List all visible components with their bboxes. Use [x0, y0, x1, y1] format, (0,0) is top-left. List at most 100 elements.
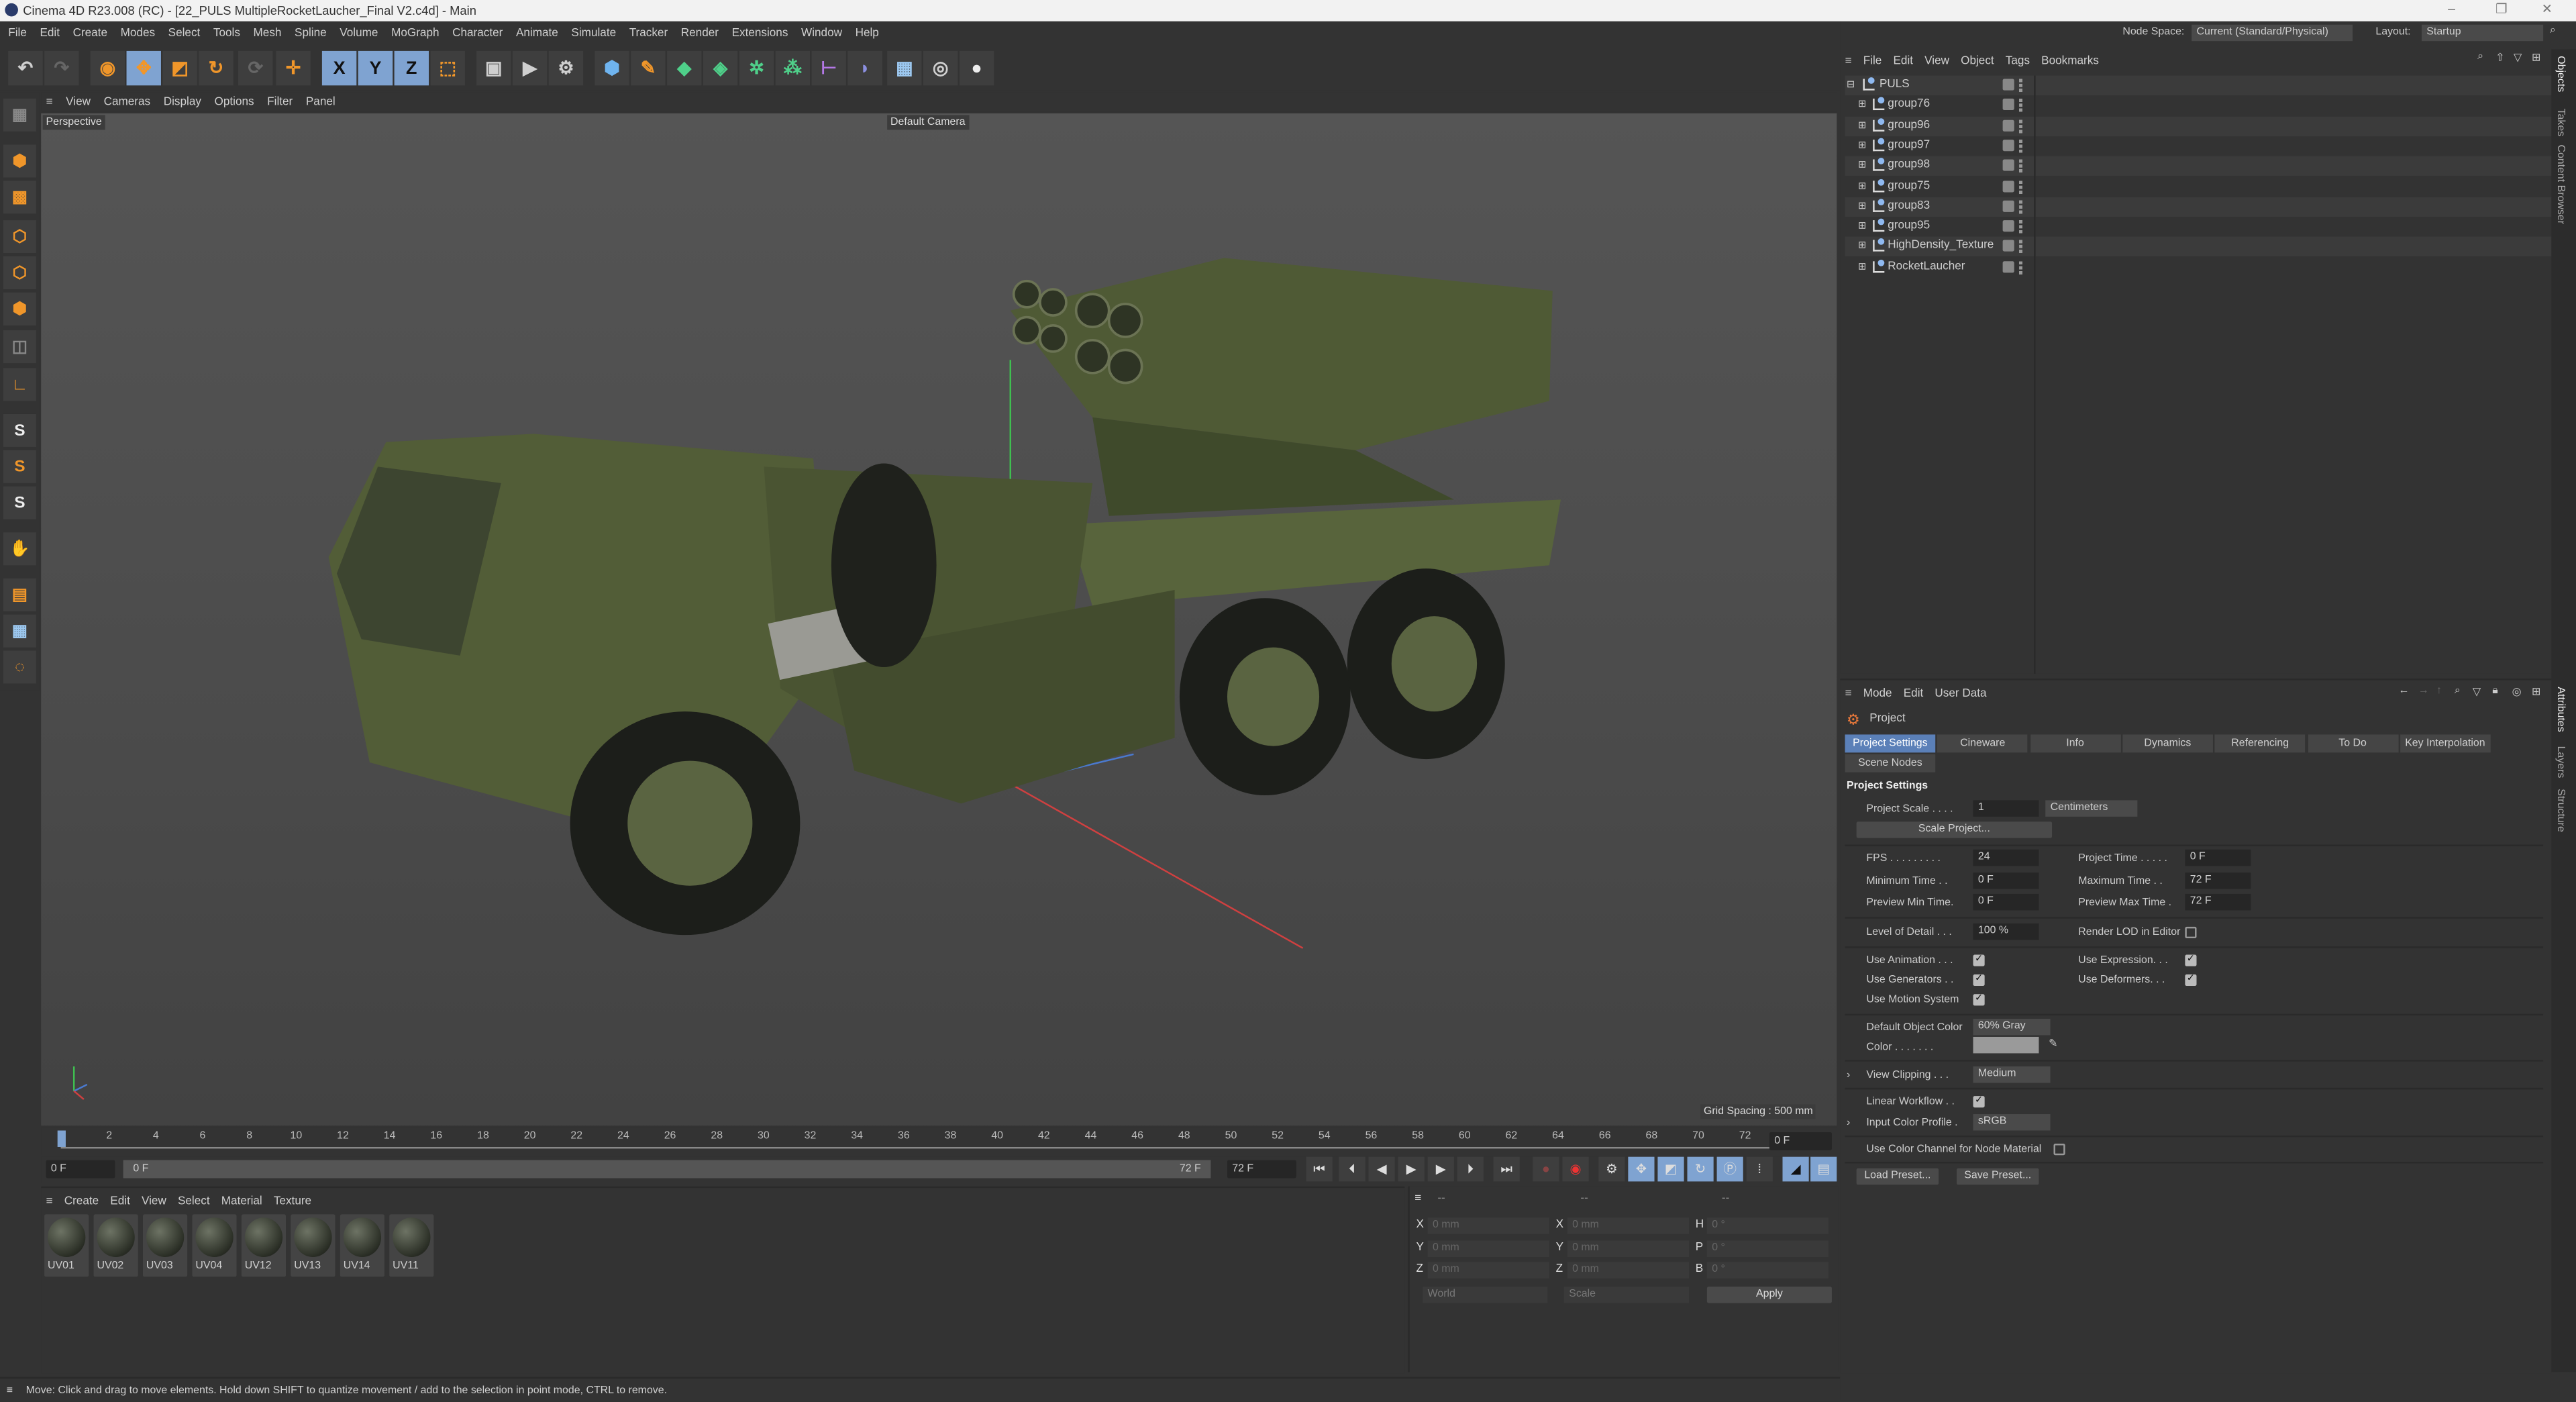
- attributes-menu-edit[interactable]: Edit: [1904, 688, 1924, 699]
- materials-menu-select[interactable]: Select: [178, 1195, 210, 1207]
- workplane-icon[interactable]: ▤: [3, 578, 36, 611]
- new-window-icon[interactable]: ⊞: [2532, 685, 2540, 698]
- viewport-menu-cameras[interactable]: Cameras: [104, 96, 151, 107]
- render-dots-icon[interactable]: [2019, 99, 2026, 113]
- preview-max-time-field[interactable]: 72 F: [2185, 893, 2251, 911]
- make-editable-icon[interactable]: ▦: [3, 98, 36, 132]
- soft-selection-icon[interactable]: ✋: [3, 532, 36, 566]
- end-frame-field[interactable]: 72 F: [1227, 1160, 1296, 1179]
- hamburger-icon[interactable]: ≡: [46, 1195, 53, 1207]
- objects-menu-file[interactable]: File: [1863, 55, 1882, 66]
- minimize-button[interactable]: –: [2448, 1, 2455, 16]
- material-swatch[interactable]: UV04: [192, 1214, 237, 1277]
- go-to-end-button[interactable]: ⏭: [1493, 1156, 1520, 1182]
- materials-menu-create[interactable]: Create: [64, 1195, 99, 1207]
- coord-value-field[interactable]: 0 mm: [1567, 1217, 1689, 1234]
- grid-icon[interactable]: ▦: [3, 614, 36, 648]
- render-dots-icon[interactable]: [2019, 139, 2026, 153]
- snap-settings-icon[interactable]: S: [3, 450, 36, 483]
- previous-frame-button[interactable]: ◀: [1368, 1156, 1395, 1182]
- menu-help[interactable]: Help: [856, 27, 879, 38]
- objects-menu-bookmarks[interactable]: Bookmarks: [2041, 55, 2099, 66]
- axis-z-toggle[interactable]: Z: [394, 50, 429, 86]
- undo-button[interactable]: ↶: [8, 50, 43, 86]
- psr-icon[interactable]: ⟳: [238, 50, 273, 86]
- expand-toggle-icon[interactable]: ⊞: [1858, 96, 1866, 115]
- materials-menu-view[interactable]: View: [142, 1195, 166, 1207]
- viewport-menu-panel[interactable]: Panel: [306, 96, 336, 107]
- search-icon[interactable]: ⌕: [2477, 51, 2483, 64]
- mograph-icon[interactable]: ⁂: [775, 50, 811, 86]
- field-icon[interactable]: ◗: [847, 50, 882, 86]
- hamburger-icon[interactable]: ≡: [1845, 55, 1852, 66]
- hamburger-icon[interactable]: ≡: [46, 96, 53, 107]
- forward-arrow-icon[interactable]: →: [2418, 685, 2429, 697]
- expand-toggle-icon[interactable]: ⊞: [1858, 238, 1866, 257]
- points-mode-icon[interactable]: ⬡: [3, 220, 36, 254]
- up-arrow-icon[interactable]: ↑: [2436, 685, 2442, 697]
- transform-mode-dropdown[interactable]: Scale: [1563, 1287, 1689, 1303]
- render-dots-icon[interactable]: [2019, 79, 2026, 93]
- menu-character[interactable]: Character: [452, 27, 503, 38]
- tab-cineware[interactable]: Cineware: [1937, 734, 2028, 753]
- autokey-button[interactable]: ◉: [1562, 1156, 1589, 1182]
- tab-to-do[interactable]: To Do: [2307, 734, 2398, 753]
- maximize-button[interactable]: ❐: [2495, 1, 2508, 16]
- material-swatch[interactable]: UV01: [44, 1214, 89, 1277]
- visibility-toggle[interactable]: [2002, 79, 2014, 91]
- menu-mesh[interactable]: Mesh: [254, 27, 282, 38]
- search-icon[interactable]: ⌕: [2455, 685, 2461, 699]
- back-arrow-icon[interactable]: ←: [2399, 685, 2410, 697]
- menu-mograph[interactable]: MoGraph: [391, 27, 439, 38]
- expand-toggle-icon[interactable]: ⊞: [1858, 156, 1866, 176]
- render-region-icon[interactable]: ▣: [476, 50, 511, 86]
- playhead[interactable]: [57, 1130, 66, 1147]
- menu-create[interactable]: Create: [73, 27, 107, 38]
- visibility-toggle[interactable]: [2002, 139, 2014, 151]
- units-dropdown[interactable]: Centimeters: [2045, 800, 2138, 817]
- key-rotation-icon[interactable]: ↻: [1687, 1156, 1714, 1182]
- object-row[interactable]: ⊞ group83: [1845, 197, 2552, 217]
- key-pla-icon[interactable]: ⁞: [1746, 1156, 1773, 1182]
- axis-mode-icon[interactable]: ∟: [3, 368, 36, 401]
- fps-field[interactable]: 24: [1973, 849, 2039, 866]
- filter-icon[interactable]: ▽: [2473, 685, 2481, 698]
- close-button[interactable]: ✕: [2542, 1, 2553, 16]
- scale-project-button[interactable]: Scale Project...: [1856, 821, 2053, 838]
- tab-dynamics[interactable]: Dynamics: [2122, 734, 2213, 753]
- visibility-toggle[interactable]: [2002, 220, 2014, 232]
- uv-mode-icon[interactable]: ◫: [3, 330, 36, 364]
- render-dots-icon[interactable]: [2019, 220, 2026, 234]
- menu-render[interactable]: Render: [681, 27, 719, 38]
- redo-button[interactable]: ↷: [44, 50, 79, 86]
- menu-simulate[interactable]: Simulate: [571, 27, 616, 38]
- axis-y-toggle[interactable]: Y: [358, 50, 393, 86]
- side-tab-content-browser[interactable]: Content Browser: [2555, 144, 2566, 224]
- home-icon[interactable]: ⇧: [2495, 51, 2504, 64]
- filter-icon[interactable]: ▽: [2514, 51, 2522, 64]
- material-swatch[interactable]: UV02: [93, 1214, 138, 1277]
- search-icon[interactable]: ⌕: [2550, 25, 2556, 38]
- visibility-toggle[interactable]: [2002, 260, 2014, 272]
- pen-spline-icon[interactable]: ✎: [631, 50, 666, 86]
- coord-value-field[interactable]: 0 mm: [1427, 1240, 1549, 1256]
- render-dots-icon[interactable]: [2019, 180, 2026, 193]
- expand-toggle-icon[interactable]: ⊟: [1847, 76, 1855, 95]
- use-motion-system-checkbox[interactable]: ✓: [1973, 994, 1985, 1006]
- deformer-icon[interactable]: ⊢: [811, 50, 846, 86]
- light-icon[interactable]: ●: [959, 50, 994, 86]
- save-preset-button[interactable]: Save Preset...: [1957, 1168, 2039, 1185]
- apply-button[interactable]: Apply: [1706, 1287, 1832, 1303]
- render-dots-icon[interactable]: [2019, 119, 2026, 133]
- expand-toggle-icon[interactable]: ⊞: [1858, 116, 1866, 136]
- level-of-detail-field[interactable]: 100 %: [1973, 923, 2039, 940]
- tab-info[interactable]: Info: [2030, 734, 2120, 753]
- menu-tracker[interactable]: Tracker: [629, 27, 668, 38]
- render-settings-icon[interactable]: ⚙: [548, 50, 584, 86]
- input-color-profile-dropdown[interactable]: sRGB: [1973, 1114, 2051, 1131]
- coord-value-field[interactable]: 0 °: [1706, 1262, 1829, 1279]
- floor-icon[interactable]: ▦: [887, 50, 922, 86]
- viewport-menu-display[interactable]: Display: [164, 96, 201, 107]
- hamburger-icon[interactable]: ≡: [7, 1385, 13, 1396]
- move-tool-icon[interactable]: ✥: [126, 50, 161, 86]
